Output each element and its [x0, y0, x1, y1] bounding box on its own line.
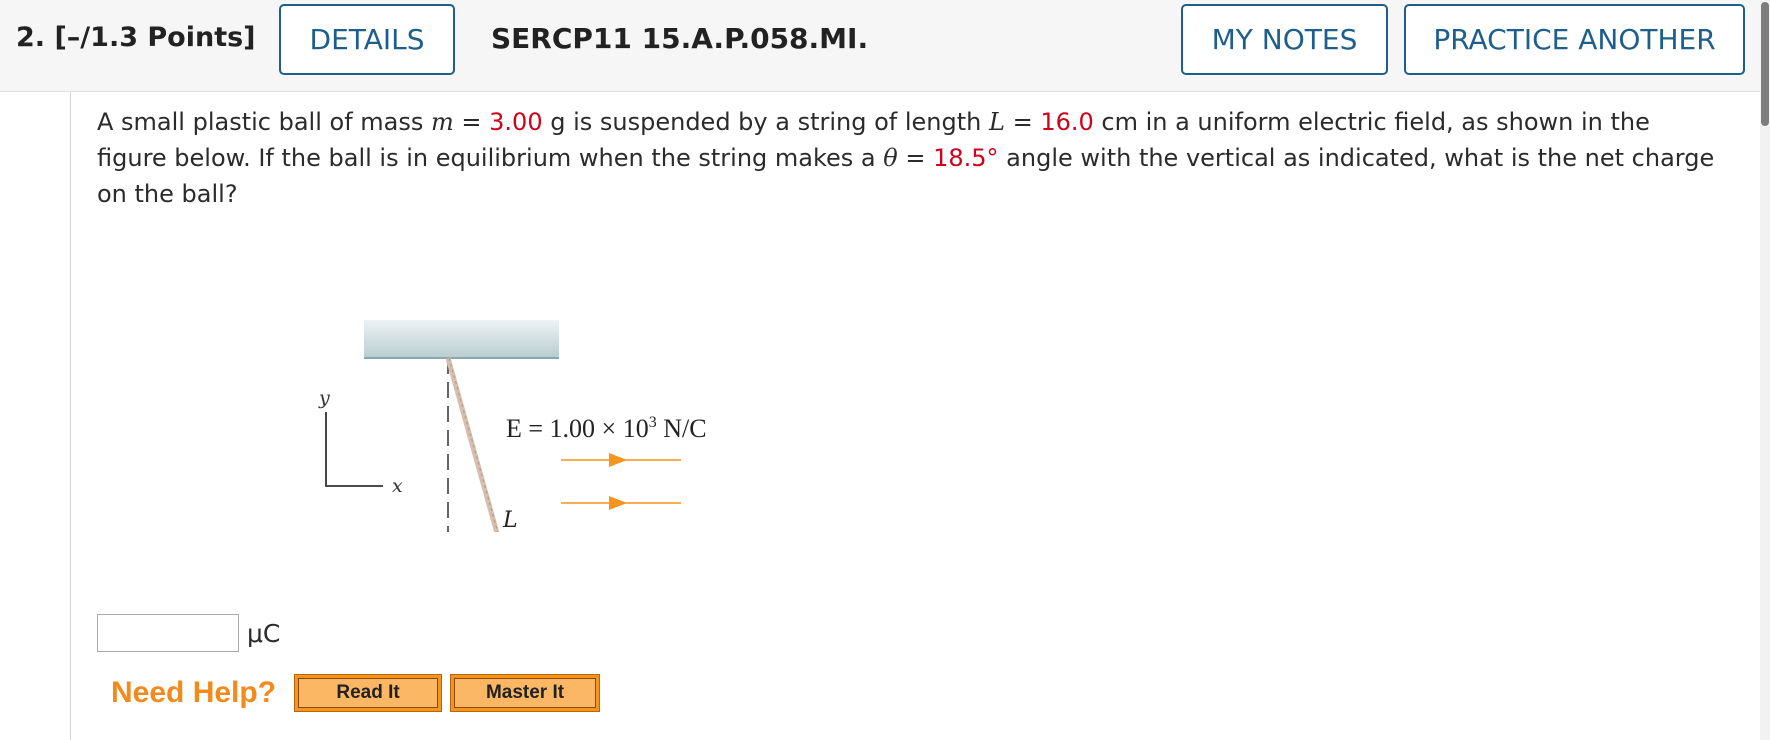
answer-unit: μC — [247, 618, 281, 648]
mass-variable: m — [431, 108, 454, 136]
equals-sign: = — [1004, 108, 1041, 136]
length-value: 16.0 — [1040, 108, 1094, 136]
angle-variable: θ — [883, 144, 898, 172]
field-strength-exponent: 3 — [649, 414, 657, 431]
question-heading: 2. [–/1.3 Points] — [16, 22, 256, 53]
problem-text: A small plastic ball of mass m = 3.00 g … — [97, 104, 1717, 212]
field-strength-base: E = 1.00 × 10 — [506, 414, 649, 443]
answer-input[interactable] — [97, 614, 239, 652]
my-notes-button[interactable]: MY NOTES — [1181, 4, 1388, 75]
equals-sign: = — [453, 108, 490, 136]
practice-another-button[interactable]: PRACTICE ANOTHER — [1404, 4, 1745, 75]
ceiling-support — [364, 320, 559, 358]
answer-row: μC — [97, 614, 280, 652]
pendulum-figure: y x E = 1.00 × 103 N/C L θ m i — [318, 320, 707, 532]
master-it-button[interactable]: Master It — [450, 674, 601, 712]
question-header: 2. [–/1.3 Points] DETAILS SERCP11 15.A.P… — [0, 0, 1770, 92]
page-scrollbar[interactable] — [1760, 0, 1770, 740]
field-strength-label: E = 1.00 × 103 N/C — [506, 414, 707, 443]
x-axis-label: x — [392, 475, 403, 497]
scrollbar-thumb[interactable] — [1761, 2, 1769, 126]
master-it-label[interactable]: Master It — [454, 678, 597, 708]
question-number: 2. — [16, 22, 46, 53]
problem-text-part: g is suspended by a string of length — [542, 108, 989, 136]
question-body: A small plastic ball of mass m = 3.00 g … — [70, 92, 1760, 740]
help-row: Need Help? Read It Master It — [111, 674, 601, 712]
details-button[interactable]: DETAILS — [279, 4, 455, 75]
mass-value: 3.00 — [489, 108, 543, 136]
field-arrow-head — [609, 496, 627, 510]
field-arrow-head — [609, 453, 627, 467]
problem-code: SERCP11 15.A.P.058.MI. — [491, 22, 869, 55]
electric-field-arrows — [561, 453, 681, 510]
problem-text-part: A small plastic ball of mass — [97, 108, 432, 136]
field-strength-unit: N/C — [657, 414, 707, 443]
equals-sign: = — [897, 144, 934, 172]
length-variable: L — [989, 108, 1005, 136]
y-axis-label: y — [318, 387, 330, 409]
pendulum-string-shade — [448, 357, 499, 532]
pendulum-string — [445, 357, 500, 532]
string-length-label: L — [502, 508, 518, 532]
angle-value: 18.5° — [933, 144, 999, 172]
need-help-label: Need Help? — [111, 676, 277, 709]
read-it-button[interactable]: Read It — [294, 674, 443, 712]
coordinate-axes — [325, 412, 383, 487]
read-it-label[interactable]: Read It — [298, 678, 439, 708]
question-points: [–/1.3 Points] — [54, 22, 256, 53]
